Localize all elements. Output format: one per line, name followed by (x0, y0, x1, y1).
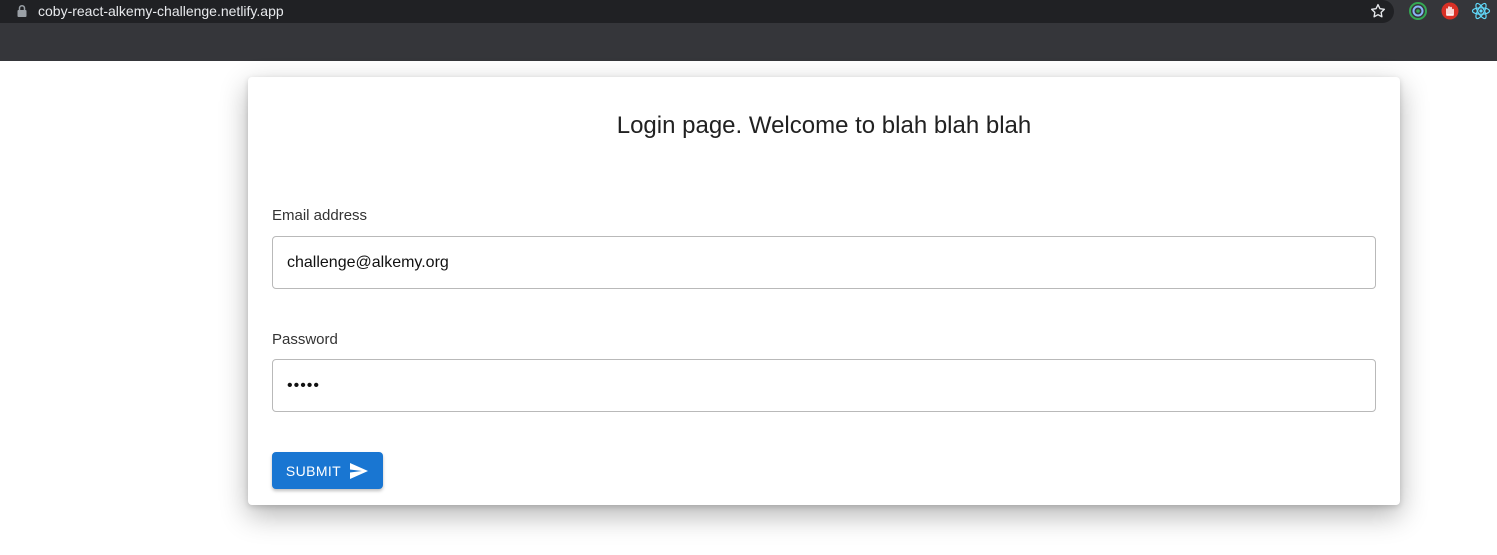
extension-react-icon[interactable] (1471, 1, 1491, 21)
submit-button[interactable]: SUBMIT (272, 452, 383, 489)
address-bar[interactable]: coby-react-alkemy-challenge.netlify.app (0, 0, 1394, 23)
send-icon (349, 462, 369, 480)
login-card: Login page. Welcome to blah blah blah Em… (248, 77, 1400, 505)
email-field[interactable] (272, 236, 1376, 289)
submit-button-label: SUBMIT (285, 462, 342, 479)
bookmark-star-icon[interactable] (1369, 2, 1387, 20)
password-field[interactable] (272, 359, 1376, 412)
url-text[interactable]: coby-react-alkemy-challenge.netlify.app (38, 2, 284, 20)
browser-toolbar: coby-react-alkemy-challenge.netlify.app (0, 0, 1497, 61)
page-title: Login page. Welcome to blah blah blah (616, 112, 1032, 139)
extension-hand-icon[interactable] (1440, 1, 1460, 21)
lock-icon[interactable] (16, 4, 28, 18)
page-content: Login page. Welcome to blah blah blah Em… (0, 61, 1497, 555)
email-label: Email address (272, 207, 368, 224)
extension-target-icon[interactable] (1408, 1, 1428, 21)
password-label: Password (272, 331, 338, 348)
